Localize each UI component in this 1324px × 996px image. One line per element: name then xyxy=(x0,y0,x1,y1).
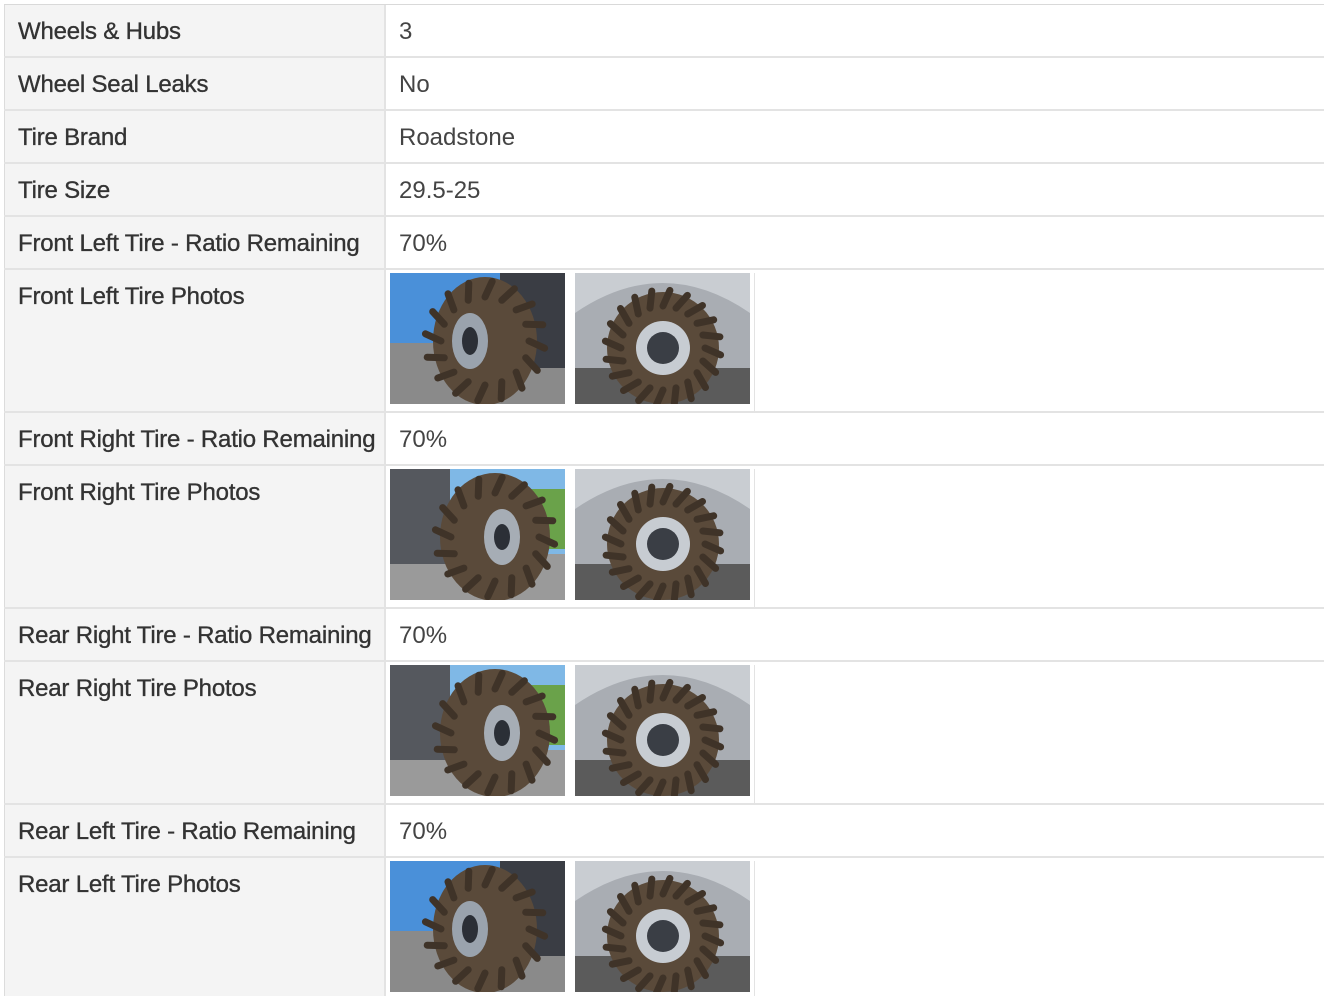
divider xyxy=(754,861,755,996)
tire-photo-image xyxy=(390,861,565,992)
table-row: Front Right Tire - Ratio Remaining 70% xyxy=(4,413,1324,466)
table-row: Rear Left Tire - Ratio Remaining 70% xyxy=(4,805,1324,858)
tire-photo-image xyxy=(575,273,750,404)
row-label: Tire Size xyxy=(4,164,386,215)
tire-photo-image xyxy=(575,861,750,992)
rear-right-tire-photo-2[interactable] xyxy=(575,665,750,796)
row-label: Rear Left Tire Photos xyxy=(4,858,386,996)
table-row: Front Left Tire Photos xyxy=(4,270,1324,413)
divider xyxy=(754,273,755,411)
row-label: Rear Right Tire - Ratio Remaining xyxy=(4,609,386,660)
photo-gallery xyxy=(386,858,1324,996)
rear-right-tire-photo-1[interactable] xyxy=(390,665,565,796)
front-right-tire-photo-1[interactable] xyxy=(390,469,565,600)
row-label: Rear Right Tire Photos xyxy=(4,662,386,803)
divider xyxy=(754,469,755,607)
photo-gallery xyxy=(386,662,1324,803)
tire-photo-image xyxy=(390,665,565,796)
row-value: 70% xyxy=(386,217,1324,268)
row-label: Front Left Tire - Ratio Remaining xyxy=(4,217,386,268)
divider xyxy=(754,665,755,803)
row-label: Tire Brand xyxy=(4,111,386,162)
front-left-tire-photo-1[interactable] xyxy=(390,273,565,404)
table-row: Front Right Tire Photos xyxy=(4,466,1324,609)
table-row: Front Left Tire - Ratio Remaining 70% xyxy=(4,217,1324,270)
tire-photo-image xyxy=(575,665,750,796)
table-row: Tire Size 29.5-25 xyxy=(4,164,1324,217)
row-label: Front Right Tire Photos xyxy=(4,466,386,607)
row-value: 70% xyxy=(386,805,1324,856)
rear-left-tire-photo-1[interactable] xyxy=(390,861,565,992)
row-value: 3 xyxy=(386,5,1324,56)
tire-photo-image xyxy=(390,469,565,600)
row-label: Front Left Tire Photos xyxy=(4,270,386,411)
row-label: Wheel Seal Leaks xyxy=(4,58,386,109)
row-value: 29.5-25 xyxy=(386,164,1324,215)
row-value: Roadstone xyxy=(386,111,1324,162)
row-label: Rear Left Tire - Ratio Remaining xyxy=(4,805,386,856)
tire-photo-image xyxy=(575,469,750,600)
row-value: 70% xyxy=(386,609,1324,660)
row-value: 70% xyxy=(386,413,1324,464)
tire-photo-image xyxy=(390,273,565,404)
front-left-tire-photo-2[interactable] xyxy=(575,273,750,404)
photo-gallery xyxy=(386,466,1324,607)
table-row: Wheels & Hubs 3 xyxy=(4,5,1324,58)
table-row: Wheel Seal Leaks No xyxy=(4,58,1324,111)
spec-table: Wheels & Hubs 3 Wheel Seal Leaks No Tire… xyxy=(4,4,1324,996)
photo-gallery xyxy=(386,270,1324,411)
table-row: Rear Left Tire Photos xyxy=(4,858,1324,996)
table-row: Tire Brand Roadstone xyxy=(4,111,1324,164)
row-label: Wheels & Hubs xyxy=(4,5,386,56)
row-label: Front Right Tire - Ratio Remaining xyxy=(4,413,386,464)
front-right-tire-photo-2[interactable] xyxy=(575,469,750,600)
row-value: No xyxy=(386,58,1324,109)
table-row: Rear Right Tire - Ratio Remaining 70% xyxy=(4,609,1324,662)
table-row: Rear Right Tire Photos xyxy=(4,662,1324,805)
rear-left-tire-photo-2[interactable] xyxy=(575,861,750,992)
